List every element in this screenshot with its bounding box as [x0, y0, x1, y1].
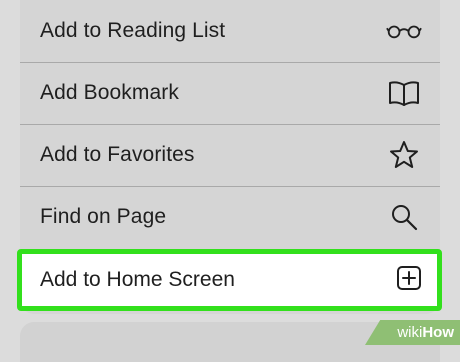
star-icon — [386, 137, 422, 173]
menu-item-label: Add to Favorites — [40, 143, 195, 166]
menu-item-add-to-favorites[interactable]: Add to Favorites — [20, 124, 440, 186]
menu-item-label: Find on Page — [40, 205, 167, 228]
watermark-part-2: How — [422, 324, 454, 341]
magnifier-icon — [386, 199, 422, 235]
menu-item-label: Add to Home Screen — [40, 268, 235, 291]
book-icon — [386, 75, 422, 111]
menu-item-label: Add to Reading List — [40, 19, 226, 42]
menu-item-find-on-page[interactable]: Find on Page — [20, 186, 440, 248]
menu-item-add-to-reading-list[interactable]: Add to Reading List — [20, 0, 440, 62]
plus-square-icon — [396, 265, 422, 296]
glasses-icon — [386, 13, 422, 49]
menu-item-add-bookmark[interactable]: Add Bookmark — [20, 62, 440, 124]
menu-item-label: Add Bookmark — [40, 81, 179, 104]
menu-divider — [20, 62, 440, 63]
menu-item-add-to-home-screen[interactable]: Add to Home Screen — [17, 249, 442, 311]
watermark-part-1: wiki — [397, 324, 423, 341]
wikihow-watermark: wiki How — [365, 320, 460, 345]
menu-divider — [20, 124, 440, 125]
menu-divider — [20, 186, 440, 187]
